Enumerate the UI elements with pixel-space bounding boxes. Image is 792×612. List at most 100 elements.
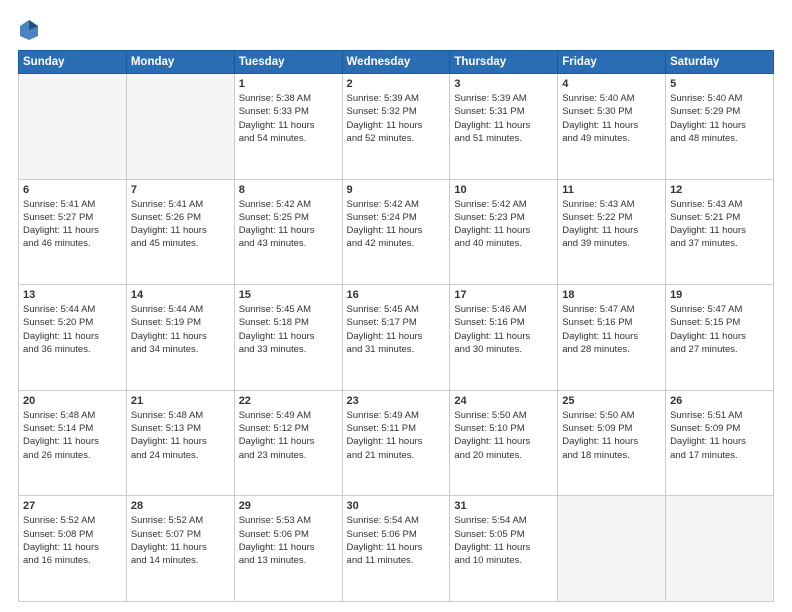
weekday-header-saturday: Saturday	[666, 51, 774, 74]
day-info: Sunrise: 5:38 AM Sunset: 5:33 PM Dayligh…	[239, 92, 338, 145]
day-info: Sunrise: 5:54 AM Sunset: 5:05 PM Dayligh…	[454, 514, 553, 567]
day-number: 28	[131, 500, 230, 512]
day-info: Sunrise: 5:45 AM Sunset: 5:17 PM Dayligh…	[347, 303, 446, 356]
week-row-1: 6 Sunrise: 5:41 AM Sunset: 5:27 PM Daylig…	[19, 179, 774, 285]
calendar-cell: 21 Sunrise: 5:48 AM Sunset: 5:13 PM Dayli…	[126, 390, 234, 496]
calendar-cell: 3 Sunrise: 5:39 AM Sunset: 5:31 PM Daylig…	[450, 74, 558, 180]
day-number: 3	[454, 78, 553, 90]
day-info: Sunrise: 5:41 AM Sunset: 5:27 PM Dayligh…	[23, 198, 122, 251]
day-info: Sunrise: 5:44 AM Sunset: 5:19 PM Dayligh…	[131, 303, 230, 356]
day-number: 17	[454, 289, 553, 301]
calendar-cell: 15 Sunrise: 5:45 AM Sunset: 5:18 PM Dayli…	[234, 285, 342, 391]
day-info: Sunrise: 5:46 AM Sunset: 5:16 PM Dayligh…	[454, 303, 553, 356]
day-number: 9	[347, 184, 446, 196]
calendar-cell: 25 Sunrise: 5:50 AM Sunset: 5:09 PM Dayli…	[558, 390, 666, 496]
day-info: Sunrise: 5:40 AM Sunset: 5:30 PM Dayligh…	[562, 92, 661, 145]
calendar-cell: 27 Sunrise: 5:52 AM Sunset: 5:08 PM Dayli…	[19, 496, 127, 602]
day-info: Sunrise: 5:41 AM Sunset: 5:26 PM Dayligh…	[131, 198, 230, 251]
calendar-cell: 18Sunrise: 5:47 AM Sunset: 5:16 PM Dayli…	[558, 285, 666, 391]
calendar-cell: 12 Sunrise: 5:43 AM Sunset: 5:21 PM Dayli…	[666, 179, 774, 285]
page: SundayMondayTuesdayWednesdayThursdayFrid…	[0, 0, 792, 612]
week-row-0: 1 Sunrise: 5:38 AM Sunset: 5:33 PM Daylig…	[19, 74, 774, 180]
calendar-cell: 26 Sunrise: 5:51 AM Sunset: 5:09 PM Dayli…	[666, 390, 774, 496]
day-info: Sunrise: 5:40 AM Sunset: 5:29 PM Dayligh…	[670, 92, 769, 145]
day-info: Sunrise: 5:42 AM Sunset: 5:25 PM Dayligh…	[239, 198, 338, 251]
day-number: 12	[670, 184, 769, 196]
week-row-4: 27 Sunrise: 5:52 AM Sunset: 5:08 PM Dayli…	[19, 496, 774, 602]
day-info: Sunrise: 5:39 AM Sunset: 5:31 PM Dayligh…	[454, 92, 553, 145]
day-info: Sunrise: 5:49 AM Sunset: 5:12 PM Dayligh…	[239, 409, 338, 462]
calendar-cell: 24 Sunrise: 5:50 AM Sunset: 5:10 PM Dayli…	[450, 390, 558, 496]
weekday-header-tuesday: Tuesday	[234, 51, 342, 74]
day-info: Sunrise: 5:42 AM Sunset: 5:23 PM Dayligh…	[454, 198, 553, 251]
day-info: Sunrise: 5:51 AM Sunset: 5:09 PM Dayligh…	[670, 409, 769, 462]
day-number: 22	[239, 395, 338, 407]
calendar-cell: 9Sunrise: 5:42 AM Sunset: 5:24 PM Daylig…	[342, 179, 450, 285]
day-info: Sunrise: 5:48 AM Sunset: 5:13 PM Dayligh…	[131, 409, 230, 462]
weekday-header-row: SundayMondayTuesdayWednesdayThursdayFrid…	[19, 51, 774, 74]
calendar-cell	[126, 74, 234, 180]
week-row-3: 20 Sunrise: 5:48 AM Sunset: 5:14 PM Dayli…	[19, 390, 774, 496]
calendar-cell	[666, 496, 774, 602]
day-number: 6	[23, 184, 122, 196]
day-number: 21	[131, 395, 230, 407]
weekday-header-wednesday: Wednesday	[342, 51, 450, 74]
day-number: 29	[239, 500, 338, 512]
day-number: 8	[239, 184, 338, 196]
day-number: 16	[347, 289, 446, 301]
calendar-cell: 10Sunrise: 5:42 AM Sunset: 5:23 PM Dayli…	[450, 179, 558, 285]
calendar-cell: 19 Sunrise: 5:47 AM Sunset: 5:15 PM Dayli…	[666, 285, 774, 391]
day-info: Sunrise: 5:52 AM Sunset: 5:07 PM Dayligh…	[131, 514, 230, 567]
weekday-header-sunday: Sunday	[19, 51, 127, 74]
day-number: 26	[670, 395, 769, 407]
calendar-cell: 29 Sunrise: 5:53 AM Sunset: 5:06 PM Dayli…	[234, 496, 342, 602]
day-info: Sunrise: 5:47 AM Sunset: 5:15 PM Dayligh…	[670, 303, 769, 356]
calendar-cell: 5 Sunrise: 5:40 AM Sunset: 5:29 PM Daylig…	[666, 74, 774, 180]
day-info: Sunrise: 5:43 AM Sunset: 5:21 PM Dayligh…	[670, 198, 769, 251]
calendar-cell: 28 Sunrise: 5:52 AM Sunset: 5:07 PM Dayli…	[126, 496, 234, 602]
calendar-cell: 14 Sunrise: 5:44 AM Sunset: 5:19 PM Dayli…	[126, 285, 234, 391]
day-info: Sunrise: 5:43 AM Sunset: 5:22 PM Dayligh…	[562, 198, 661, 251]
weekday-header-friday: Friday	[558, 51, 666, 74]
logo	[18, 18, 38, 40]
day-number: 5	[670, 78, 769, 90]
day-number: 19	[670, 289, 769, 301]
day-number: 27	[23, 500, 122, 512]
day-info: Sunrise: 5:50 AM Sunset: 5:10 PM Dayligh…	[454, 409, 553, 462]
day-info: Sunrise: 5:52 AM Sunset: 5:08 PM Dayligh…	[23, 514, 122, 567]
calendar-cell: 30Sunrise: 5:54 AM Sunset: 5:06 PM Dayli…	[342, 496, 450, 602]
day-info: Sunrise: 5:53 AM Sunset: 5:06 PM Dayligh…	[239, 514, 338, 567]
calendar-table: SundayMondayTuesdayWednesdayThursdayFrid…	[18, 50, 774, 602]
day-number: 14	[131, 289, 230, 301]
weekday-header-thursday: Thursday	[450, 51, 558, 74]
calendar-cell: 13 Sunrise: 5:44 AM Sunset: 5:20 PM Dayli…	[19, 285, 127, 391]
header	[18, 18, 774, 40]
day-number: 23	[347, 395, 446, 407]
calendar-cell: 4Sunrise: 5:40 AM Sunset: 5:30 PM Daylig…	[558, 74, 666, 180]
weekday-header-monday: Monday	[126, 51, 234, 74]
day-number: 25	[562, 395, 661, 407]
calendar-cell: 2Sunrise: 5:39 AM Sunset: 5:32 PM Daylig…	[342, 74, 450, 180]
day-number: 18	[562, 289, 661, 301]
day-info: Sunrise: 5:49 AM Sunset: 5:11 PM Dayligh…	[347, 409, 446, 462]
day-number: 15	[239, 289, 338, 301]
day-number: 20	[23, 395, 122, 407]
calendar-cell: 16 Sunrise: 5:45 AM Sunset: 5:17 PM Dayli…	[342, 285, 450, 391]
calendar-cell: 22 Sunrise: 5:49 AM Sunset: 5:12 PM Dayli…	[234, 390, 342, 496]
day-info: Sunrise: 5:44 AM Sunset: 5:20 PM Dayligh…	[23, 303, 122, 356]
calendar-cell: 17 Sunrise: 5:46 AM Sunset: 5:16 PM Dayli…	[450, 285, 558, 391]
day-number: 24	[454, 395, 553, 407]
day-number: 1	[239, 78, 338, 90]
calendar-cell: 6 Sunrise: 5:41 AM Sunset: 5:27 PM Daylig…	[19, 179, 127, 285]
calendar-cell: 20 Sunrise: 5:48 AM Sunset: 5:14 PM Dayli…	[19, 390, 127, 496]
calendar-cell: 31Sunrise: 5:54 AM Sunset: 5:05 PM Dayli…	[450, 496, 558, 602]
day-number: 7	[131, 184, 230, 196]
day-number: 11	[562, 184, 661, 196]
day-info: Sunrise: 5:45 AM Sunset: 5:18 PM Dayligh…	[239, 303, 338, 356]
day-number: 13	[23, 289, 122, 301]
day-info: Sunrise: 5:50 AM Sunset: 5:09 PM Dayligh…	[562, 409, 661, 462]
day-number: 2	[347, 78, 446, 90]
calendar-cell: 7 Sunrise: 5:41 AM Sunset: 5:26 PM Daylig…	[126, 179, 234, 285]
calendar-cell: 1 Sunrise: 5:38 AM Sunset: 5:33 PM Daylig…	[234, 74, 342, 180]
day-info: Sunrise: 5:48 AM Sunset: 5:14 PM Dayligh…	[23, 409, 122, 462]
